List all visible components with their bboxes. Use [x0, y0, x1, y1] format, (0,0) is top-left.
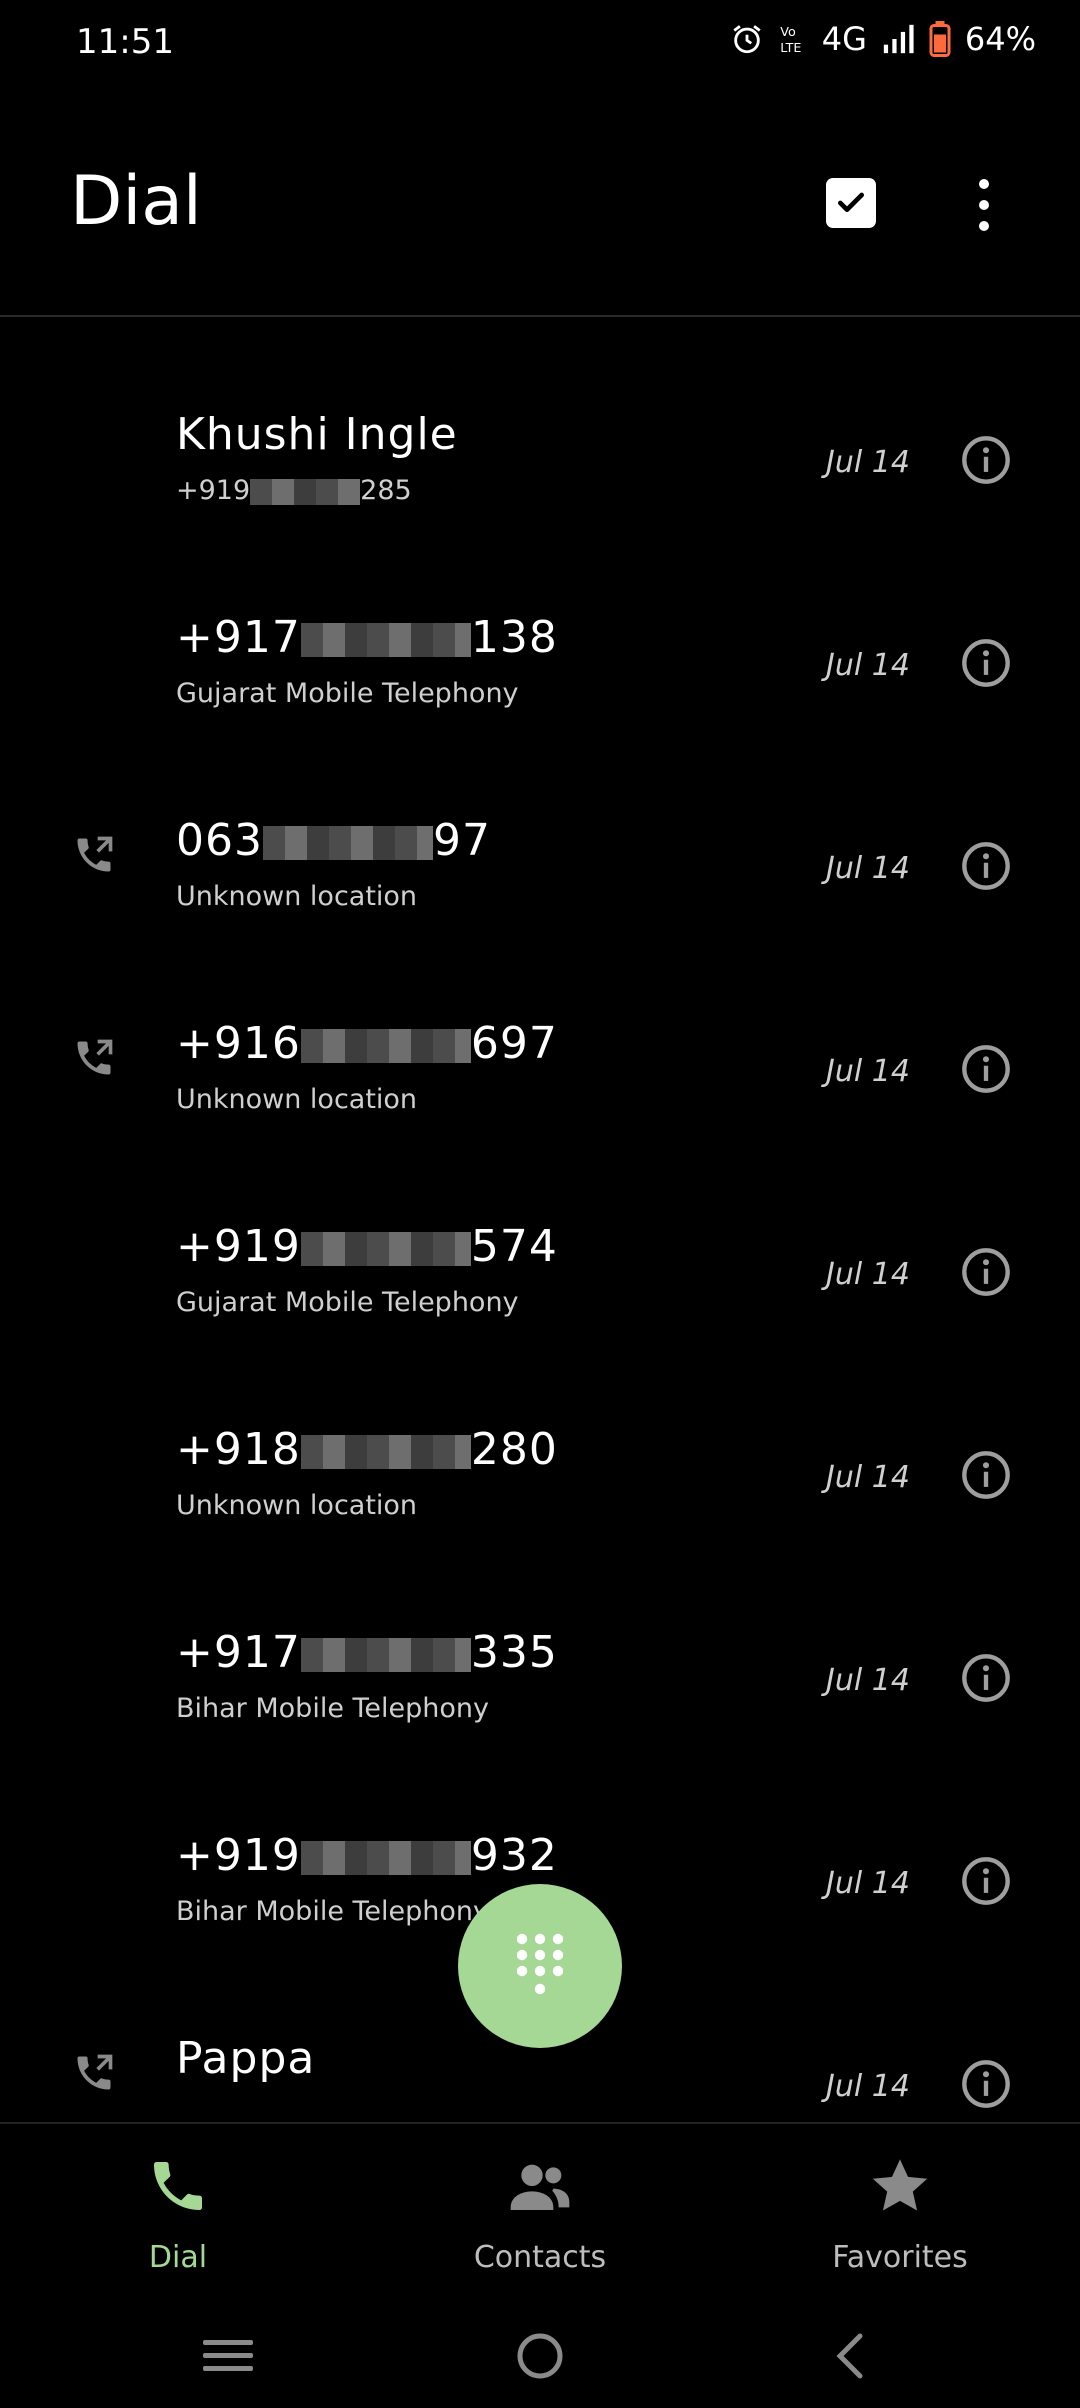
call-log-row[interactable]: +917 138 Gujarat Mobile Telephony Jul 14 [0, 568, 1080, 771]
phone-number: +919 285 [176, 475, 412, 506]
battery-percent: 64% [964, 20, 1036, 58]
info-icon[interactable] [960, 434, 1012, 486]
nav-label: Contacts [473, 2240, 607, 2275]
checkmark-icon [838, 192, 864, 212]
select-mode-button[interactable] [826, 178, 876, 228]
more-vert-icon [979, 179, 989, 231]
dialpad-button[interactable] [458, 1884, 622, 2048]
nav-dial[interactable]: Dial [58, 2154, 298, 2275]
alarm-icon [733, 25, 761, 54]
phone-number: +918 280 [176, 1424, 558, 1475]
contact-name: Pappa [176, 2033, 316, 2084]
phone-number: +919 932 [176, 1830, 558, 1881]
phone-number: 063 97 [176, 815, 491, 866]
phone-number: +919 574 [176, 1221, 558, 1272]
call-date: Jul 14 [826, 1460, 910, 1495]
call-date: Jul 14 [826, 1054, 910, 1089]
number-location: Unknown location [176, 1490, 418, 1521]
more-options-button[interactable] [960, 170, 1008, 240]
call-log-row[interactable]: Khushi Ingle +919 285 Jul 14 [0, 365, 1080, 568]
bottom-navigation: Dial Contacts Favorites [0, 2122, 1080, 2300]
outgoing-call-icon [77, 836, 113, 872]
phone-number: +916 697 [176, 1018, 558, 1069]
star-icon [872, 2159, 928, 2211]
info-icon[interactable] [960, 840, 1012, 892]
nav-label: Favorites [832, 2240, 968, 2275]
network-type: 4G [821, 20, 867, 58]
nav-label: Dial [148, 2240, 208, 2275]
info-icon[interactable] [960, 1449, 1012, 1501]
dialpad-icon [516, 1933, 564, 1995]
number-location: Unknown location [176, 881, 418, 912]
number-location: Gujarat Mobile Telephony [176, 678, 519, 709]
app-bar: Dial [0, 90, 1080, 317]
svg-text:Vo: Vo [780, 25, 796, 40]
call-log-row[interactable]: +916 697 Unknown location Jul 14 [0, 974, 1080, 1177]
call-date: Jul 14 [826, 851, 910, 886]
number-location: Gujarat Mobile Telephony [176, 1287, 519, 1318]
outgoing-call-icon [77, 2054, 113, 2090]
call-date: Jul 14 [826, 445, 910, 480]
number-location: Unknown location [176, 1084, 418, 1115]
nav-favorites[interactable]: Favorites [780, 2154, 1020, 2275]
svg-text:LTE: LTE [780, 41, 801, 56]
phone-icon [154, 2162, 202, 2210]
contacts-icon [510, 2164, 570, 2210]
status-icons: Vo LTE 4G 64% [730, 20, 1036, 58]
battery-icon [929, 21, 951, 57]
phone-number: +917 335 [176, 1627, 558, 1678]
call-date: Jul 14 [826, 1257, 910, 1292]
call-log-row[interactable]: +918 280 Unknown location Jul 14 [0, 1380, 1080, 1583]
recents-button[interactable] [193, 2326, 263, 2386]
call-log-row[interactable]: +919 574 Gujarat Mobile Telephony Jul 14 [0, 1177, 1080, 1380]
back-chevron-icon [836, 2333, 863, 2379]
number-location: Bihar Mobile Telephony [176, 1693, 490, 1724]
call-log-row[interactable]: 063 97 Unknown location Jul 14 [0, 771, 1080, 974]
call-date: Jul 14 [826, 648, 910, 683]
call-date: Jul 14 [826, 2069, 910, 2104]
status-bar: 11:51 Vo LTE 4G 64% [0, 0, 1080, 90]
info-icon[interactable] [960, 2058, 1012, 2110]
call-log-list[interactable]: Khushi Ingle +919 285 Jul 14 +917 138 Guja… [0, 365, 1080, 2123]
call-date: Jul 14 [826, 1663, 910, 1698]
status-time: 11:51 [76, 22, 174, 62]
nav-contacts[interactable]: Contacts [420, 2154, 660, 2275]
page-title: Dial [70, 162, 202, 241]
back-button[interactable] [815, 2326, 885, 2386]
info-icon[interactable] [960, 1652, 1012, 1704]
volte-icon: Vo LTE [780, 25, 801, 56]
home-button[interactable] [505, 2326, 575, 2386]
info-icon[interactable] [960, 1246, 1012, 1298]
outgoing-call-icon [77, 1039, 113, 1075]
call-date: Jul 14 [826, 1866, 910, 1901]
info-icon[interactable] [960, 1043, 1012, 1095]
signal-icon [883, 24, 914, 54]
system-navigation-bar [0, 2298, 1080, 2408]
phone-number: +917 138 [176, 612, 558, 663]
menu-icon [203, 2340, 253, 2371]
call-log-row[interactable]: +917 335 Bihar Mobile Telephony Jul 14 [0, 1583, 1080, 1786]
contact-name: Khushi Ingle [176, 409, 458, 460]
info-icon[interactable] [960, 1855, 1012, 1907]
home-circle-icon [517, 2333, 563, 2379]
info-icon[interactable] [960, 637, 1012, 689]
number-location: Bihar Mobile Telephony [176, 1896, 490, 1927]
